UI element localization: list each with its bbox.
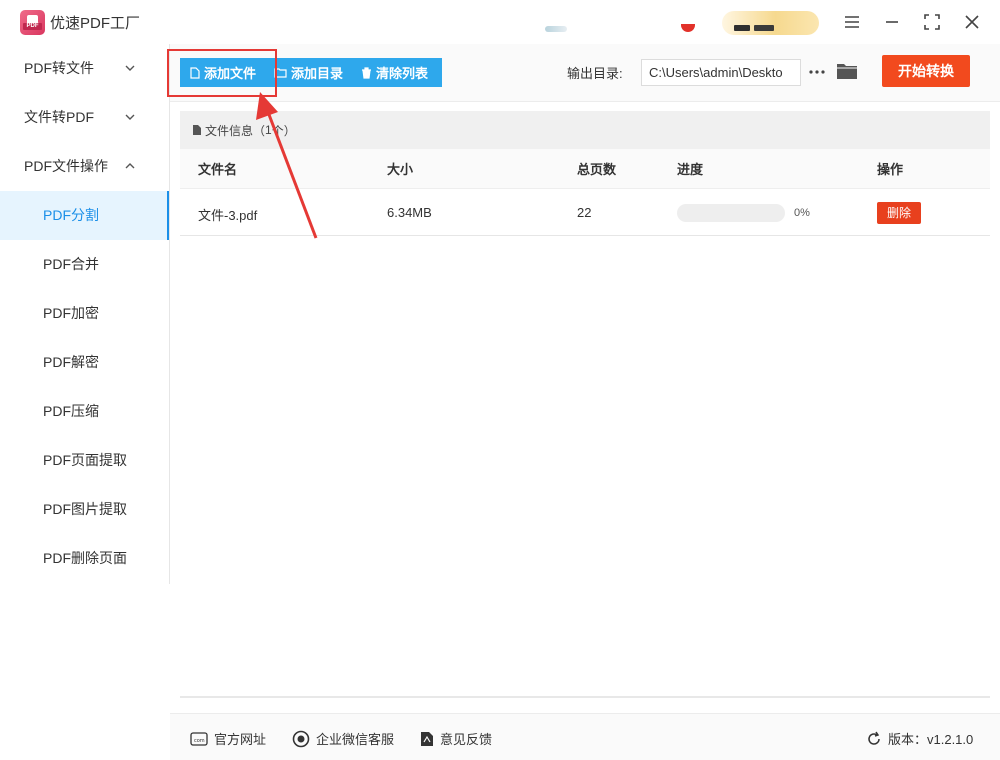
close-icon[interactable] — [961, 11, 983, 33]
sidebar-item-pdf-encrypt[interactable]: PDF加密 — [0, 289, 169, 338]
progress-bar — [677, 204, 785, 222]
sidebar-item-pdf-split[interactable]: PDF分割 — [0, 191, 169, 240]
file-info-bar: 文件信息（ 1 个） — [180, 111, 990, 149]
document-icon — [193, 125, 201, 135]
title-bar: PDF 优速PDF工厂 — [0, 0, 1000, 44]
header-action: 操作 — [877, 162, 904, 177]
output-dir-field[interactable]: C:\Users\admin\Deskto — [641, 59, 801, 86]
add-folder-button[interactable]: 添加目录 — [264, 58, 351, 87]
menu-icon[interactable] — [841, 11, 863, 33]
cell-size: 6.34MB — [387, 205, 432, 220]
promo-banner-graphic[interactable] — [545, 26, 567, 32]
chevron-down-icon — [125, 114, 135, 120]
sidebar-group-label: PDF文件操作 — [24, 158, 108, 174]
file-action-buttons: 添加文件 添加目录 清除列表 — [180, 58, 442, 87]
app-logo: PDF — [20, 10, 45, 35]
feedback-icon — [421, 731, 433, 746]
wechat-service-link[interactable]: 企业微信客服 — [292, 729, 394, 748]
svg-text:com: com — [194, 738, 205, 744]
header-filename: 文件名 — [198, 162, 238, 177]
refresh-icon — [868, 731, 880, 745]
open-folder-icon[interactable] — [836, 61, 858, 81]
add-file-label: 添加文件 — [204, 66, 257, 81]
sidebar-item-pdf-decrypt[interactable]: PDF解密 — [0, 338, 169, 387]
clear-list-button[interactable]: 清除列表 — [351, 58, 436, 87]
app-title: 优速PDF工厂 — [50, 15, 141, 32]
add-file-button[interactable]: 添加文件 — [180, 58, 264, 87]
file-icon — [190, 66, 200, 79]
folder-outline-icon — [274, 68, 287, 78]
website-icon: com — [190, 731, 208, 746]
file-list-panel: 文件信息（ 1 个） 文件名 大小 总页数 进度 操作 文件-3.pdf 6.3… — [180, 111, 990, 698]
table-row[interactable]: 文件-3.pdf 6.34MB 22 0% 删除 — [180, 188, 990, 236]
header-size: 大小 — [387, 162, 414, 177]
sidebar-item-pdf-image-extract[interactable]: PDF图片提取 — [0, 485, 169, 534]
sidebar-item-pdf-merge[interactable]: PDF合并 — [0, 240, 169, 289]
feedback-label: 意见反馈 — [440, 732, 493, 747]
sidebar-item-pdf-page-extract[interactable]: PDF页面提取 — [0, 436, 169, 485]
file-info-suffix: 个） — [271, 123, 296, 138]
clear-list-label: 清除列表 — [376, 66, 429, 81]
sidebar-group-pdf-operations[interactable]: PDF文件操作 — [0, 142, 169, 191]
add-folder-label: 添加目录 — [291, 66, 344, 81]
version-info: 版本：v1.2.1.0 — [866, 729, 973, 748]
promo-pill-graphic[interactable] — [722, 11, 819, 35]
output-dir-label: 输出目录: — [567, 66, 623, 81]
minimize-icon[interactable] — [881, 11, 903, 33]
sidebar: PDF转文件 文件转PDF PDF文件操作 PDF分割 PDF合并 PDF加密 … — [0, 44, 170, 584]
app-logo-text: PDF — [23, 23, 42, 30]
cell-pages: 22 — [577, 205, 592, 220]
chat-icon — [292, 730, 310, 747]
wechat-service-label: 企业微信客服 — [316, 732, 395, 747]
toolbar: 添加文件 添加目录 清除列表 输出目录: C:\Users\admin\Desk… — [170, 44, 1000, 102]
sidebar-group-pdf-to-file[interactable]: PDF转文件 — [0, 44, 169, 93]
maximize-icon[interactable] — [921, 11, 943, 33]
sidebar-item-pdf-compress[interactable]: PDF压缩 — [0, 387, 169, 436]
progress-text: 0% — [794, 207, 810, 219]
cell-filename: 文件-3.pdf — [198, 208, 258, 223]
sidebar-item-pdf-delete-pages[interactable]: PDF删除页面 — [0, 534, 169, 583]
chevron-up-icon — [125, 163, 135, 169]
feedback-link[interactable]: 意见反馈 — [420, 729, 492, 748]
sidebar-group-file-to-pdf[interactable]: 文件转PDF — [0, 93, 169, 142]
website-label: 官方网址 — [214, 732, 267, 747]
version-label: 版本：v1.2.1.0 — [888, 732, 974, 747]
more-options-icon[interactable] — [807, 62, 827, 82]
file-info-label: 文件信息（ — [205, 123, 266, 138]
start-convert-button[interactable]: 开始转换 — [882, 55, 970, 87]
file-info-count: 1 — [265, 123, 272, 137]
delete-button[interactable]: 删除 — [877, 202, 921, 224]
header-progress: 进度 — [677, 162, 704, 177]
sidebar-group-label: PDF转文件 — [24, 60, 94, 76]
table-header: 文件名 大小 总页数 进度 操作 — [180, 149, 990, 188]
sidebar-group-label: 文件转PDF — [24, 109, 94, 125]
website-link[interactable]: com 官方网址 — [190, 729, 266, 748]
promo-badge-graphic[interactable] — [681, 24, 695, 32]
trash-icon — [362, 66, 372, 79]
header-pages: 总页数 — [577, 162, 617, 177]
footer: com 官方网址 企业微信客服 意见反馈 版本：v1.2.1.0 — [170, 713, 1000, 760]
chevron-down-icon — [125, 65, 135, 71]
